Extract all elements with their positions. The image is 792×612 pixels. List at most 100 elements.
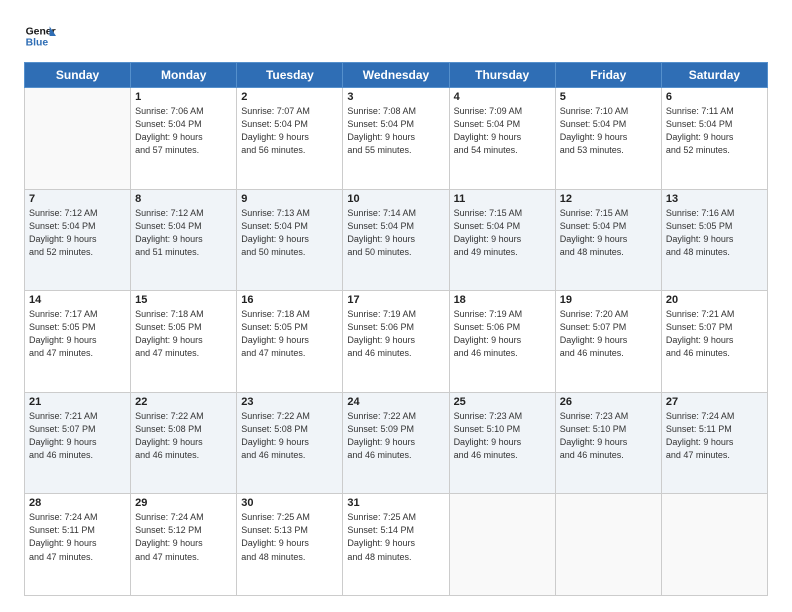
- header: General Blue: [24, 20, 768, 52]
- calendar-day-cell: 25 Sunrise: 7:23 AM Sunset: 5:10 PM Dayli…: [449, 392, 555, 494]
- day-info: Sunrise: 7:12 AM Sunset: 5:04 PM Dayligh…: [29, 207, 126, 259]
- calendar-week-row: 21 Sunrise: 7:21 AM Sunset: 5:07 PM Dayli…: [25, 392, 768, 494]
- day-info: Sunrise: 7:24 AM Sunset: 5:11 PM Dayligh…: [29, 511, 126, 563]
- day-number: 16: [241, 294, 338, 306]
- day-number: 18: [454, 294, 551, 306]
- day-number: 28: [29, 497, 126, 509]
- weekday-header-row: SundayMondayTuesdayWednesdayThursdayFrid…: [25, 63, 768, 88]
- calendar-day-cell: 5Sunrise: 7:10 AM Sunset: 5:04 PM Daylig…: [555, 88, 661, 190]
- weekday-tuesday: Tuesday: [237, 63, 343, 88]
- calendar-week-row: 7 Sunrise: 7:12 AM Sunset: 5:04 PM Daylig…: [25, 189, 768, 291]
- day-info: Sunrise: 7:20 AM Sunset: 5:07 PM Dayligh…: [560, 308, 657, 360]
- calendar-day-cell: [661, 494, 767, 596]
- day-info: Sunrise: 7:24 AM Sunset: 5:11 PM Dayligh…: [666, 410, 763, 462]
- day-number: 7: [29, 193, 126, 205]
- day-number: 10: [347, 193, 444, 205]
- calendar-day-cell: 21 Sunrise: 7:21 AM Sunset: 5:07 PM Dayli…: [25, 392, 131, 494]
- day-number: 14: [29, 294, 126, 306]
- day-info: Sunrise: 7:12 AM Sunset: 5:04 PM Dayligh…: [135, 207, 232, 259]
- day-number: 5: [560, 91, 657, 103]
- calendar-day-cell: 26Sunrise: 7:23 AM Sunset: 5:10 PM Dayli…: [555, 392, 661, 494]
- day-info: Sunrise: 7:13 AM Sunset: 5:04 PM Dayligh…: [241, 207, 338, 259]
- calendar-day-cell: 20 Sunrise: 7:21 AM Sunset: 5:07 PM Dayli…: [661, 291, 767, 393]
- calendar-day-cell: 14 Sunrise: 7:17 AM Sunset: 5:05 PM Dayli…: [25, 291, 131, 393]
- day-number: 17: [347, 294, 444, 306]
- day-info: Sunrise: 7:22 AM Sunset: 5:08 PM Dayligh…: [135, 410, 232, 462]
- day-info: Sunrise: 7:25 AM Sunset: 5:13 PM Dayligh…: [241, 511, 338, 563]
- calendar-day-cell: 19Sunrise: 7:20 AM Sunset: 5:07 PM Dayli…: [555, 291, 661, 393]
- calendar-day-cell: 12Sunrise: 7:15 AM Sunset: 5:04 PM Dayli…: [555, 189, 661, 291]
- day-number: 1: [135, 91, 232, 103]
- day-info: Sunrise: 7:15 AM Sunset: 5:04 PM Dayligh…: [454, 207, 551, 259]
- day-number: 20: [666, 294, 763, 306]
- day-number: 22: [135, 396, 232, 408]
- day-info: Sunrise: 7:11 AM Sunset: 5:04 PM Dayligh…: [666, 105, 763, 157]
- logo: General Blue: [24, 20, 56, 52]
- svg-text:Blue: Blue: [26, 38, 49, 49]
- weekday-thursday: Thursday: [449, 63, 555, 88]
- calendar-day-cell: [449, 494, 555, 596]
- day-number: 21: [29, 396, 126, 408]
- calendar-day-cell: 24 Sunrise: 7:22 AM Sunset: 5:09 PM Dayli…: [343, 392, 449, 494]
- calendar-day-cell: 28 Sunrise: 7:24 AM Sunset: 5:11 PM Dayli…: [25, 494, 131, 596]
- day-info: Sunrise: 7:18 AM Sunset: 5:05 PM Dayligh…: [241, 308, 338, 360]
- day-number: 12: [560, 193, 657, 205]
- calendar-day-cell: 7 Sunrise: 7:12 AM Sunset: 5:04 PM Daylig…: [25, 189, 131, 291]
- day-number: 25: [454, 396, 551, 408]
- calendar-day-cell: 10 Sunrise: 7:14 AM Sunset: 5:04 PM Dayli…: [343, 189, 449, 291]
- day-info: Sunrise: 7:22 AM Sunset: 5:09 PM Dayligh…: [347, 410, 444, 462]
- day-number: 26: [560, 396, 657, 408]
- calendar-day-cell: 27Sunrise: 7:24 AM Sunset: 5:11 PM Dayli…: [661, 392, 767, 494]
- calendar-day-cell: 4Sunrise: 7:09 AM Sunset: 5:04 PM Daylig…: [449, 88, 555, 190]
- day-number: 11: [454, 193, 551, 205]
- calendar-day-cell: 16 Sunrise: 7:18 AM Sunset: 5:05 PM Dayli…: [237, 291, 343, 393]
- day-number: 24: [347, 396, 444, 408]
- day-number: 6: [666, 91, 763, 103]
- day-info: Sunrise: 7:17 AM Sunset: 5:05 PM Dayligh…: [29, 308, 126, 360]
- weekday-saturday: Saturday: [661, 63, 767, 88]
- day-number: 13: [666, 193, 763, 205]
- calendar-day-cell: 17 Sunrise: 7:19 AM Sunset: 5:06 PM Dayli…: [343, 291, 449, 393]
- calendar-day-cell: 1 Sunrise: 7:06 AM Sunset: 5:04 PM Daylig…: [131, 88, 237, 190]
- calendar-day-cell: 11 Sunrise: 7:15 AM Sunset: 5:04 PM Dayli…: [449, 189, 555, 291]
- day-info: Sunrise: 7:21 AM Sunset: 5:07 PM Dayligh…: [29, 410, 126, 462]
- day-info: Sunrise: 7:21 AM Sunset: 5:07 PM Dayligh…: [666, 308, 763, 360]
- calendar-day-cell: 13Sunrise: 7:16 AM Sunset: 5:05 PM Dayli…: [661, 189, 767, 291]
- day-info: Sunrise: 7:19 AM Sunset: 5:06 PM Dayligh…: [347, 308, 444, 360]
- day-number: 15: [135, 294, 232, 306]
- calendar-day-cell: 30 Sunrise: 7:25 AM Sunset: 5:13 PM Dayli…: [237, 494, 343, 596]
- day-info: Sunrise: 7:06 AM Sunset: 5:04 PM Dayligh…: [135, 105, 232, 157]
- day-info: Sunrise: 7:24 AM Sunset: 5:12 PM Dayligh…: [135, 511, 232, 563]
- calendar-day-cell: 22 Sunrise: 7:22 AM Sunset: 5:08 PM Dayli…: [131, 392, 237, 494]
- calendar-day-cell: 8 Sunrise: 7:12 AM Sunset: 5:04 PM Daylig…: [131, 189, 237, 291]
- calendar-day-cell: 6 Sunrise: 7:11 AM Sunset: 5:04 PM Daylig…: [661, 88, 767, 190]
- day-number: 30: [241, 497, 338, 509]
- weekday-monday: Monday: [131, 63, 237, 88]
- calendar-day-cell: [555, 494, 661, 596]
- day-info: Sunrise: 7:07 AM Sunset: 5:04 PM Dayligh…: [241, 105, 338, 157]
- day-info: Sunrise: 7:23 AM Sunset: 5:10 PM Dayligh…: [454, 410, 551, 462]
- calendar-week-row: 14 Sunrise: 7:17 AM Sunset: 5:05 PM Dayli…: [25, 291, 768, 393]
- day-number: 3: [347, 91, 444, 103]
- calendar-day-cell: 31 Sunrise: 7:25 AM Sunset: 5:14 PM Dayli…: [343, 494, 449, 596]
- weekday-friday: Friday: [555, 63, 661, 88]
- day-info: Sunrise: 7:19 AM Sunset: 5:06 PM Dayligh…: [454, 308, 551, 360]
- weekday-wednesday: Wednesday: [343, 63, 449, 88]
- calendar-day-cell: 3Sunrise: 7:08 AM Sunset: 5:04 PM Daylig…: [343, 88, 449, 190]
- day-number: 31: [347, 497, 444, 509]
- day-number: 23: [241, 396, 338, 408]
- weekday-sunday: Sunday: [25, 63, 131, 88]
- day-info: Sunrise: 7:18 AM Sunset: 5:05 PM Dayligh…: [135, 308, 232, 360]
- page: General Blue SundayMondayTuesdayWednesda…: [0, 0, 792, 612]
- day-number: 2: [241, 91, 338, 103]
- day-number: 8: [135, 193, 232, 205]
- day-number: 4: [454, 91, 551, 103]
- calendar-day-cell: 15 Sunrise: 7:18 AM Sunset: 5:05 PM Dayli…: [131, 291, 237, 393]
- calendar-week-row: 28 Sunrise: 7:24 AM Sunset: 5:11 PM Dayli…: [25, 494, 768, 596]
- calendar-day-cell: 2 Sunrise: 7:07 AM Sunset: 5:04 PM Daylig…: [237, 88, 343, 190]
- day-info: Sunrise: 7:14 AM Sunset: 5:04 PM Dayligh…: [347, 207, 444, 259]
- day-info: Sunrise: 7:25 AM Sunset: 5:14 PM Dayligh…: [347, 511, 444, 563]
- logo-icon: General Blue: [24, 20, 56, 52]
- calendar-day-cell: 23Sunrise: 7:22 AM Sunset: 5:08 PM Dayli…: [237, 392, 343, 494]
- day-number: 29: [135, 497, 232, 509]
